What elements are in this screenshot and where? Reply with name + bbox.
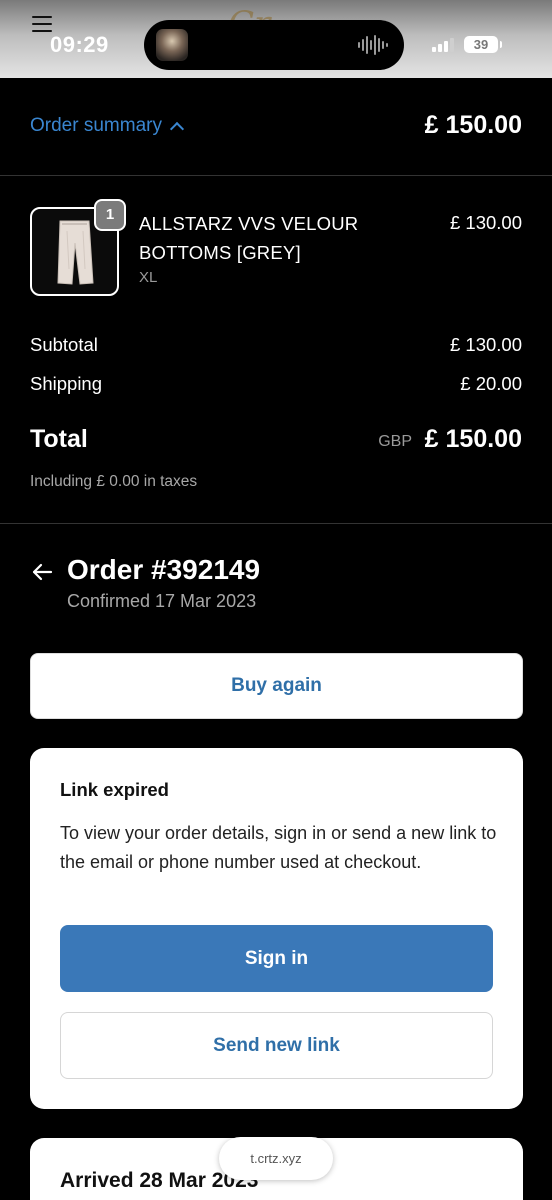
shipping-value: £ 20.00 [460, 373, 522, 394]
now-playing-artwork [156, 29, 188, 61]
order-summary-toggle[interactable]: Order summary [30, 115, 185, 137]
send-new-link-button[interactable]: Send new link [60, 1012, 493, 1079]
sign-in-button[interactable]: Sign in [60, 925, 493, 992]
dynamic-island[interactable] [144, 20, 404, 70]
summary-total: £ 150.00 [424, 111, 522, 139]
order-summary-label: Order summary [30, 115, 162, 136]
order-summary-bar[interactable]: Order summary £ 150.00 [0, 78, 552, 176]
order-title: Order #392149 [67, 554, 261, 585]
product-price: £ 130.00 [449, 212, 522, 233]
battery-icon: 39 [464, 36, 502, 53]
total-label: Total [30, 425, 88, 453]
card-title: Link expired [60, 779, 169, 800]
chevron-up-icon [169, 121, 185, 136]
order-confirmed-date: Confirmed 17 Mar 2023 [67, 591, 257, 611]
status-time: 09:29 [50, 32, 109, 57]
buy-again-button[interactable]: Buy again [30, 653, 523, 719]
shipping-label: Shipping [30, 373, 103, 394]
menu-icon[interactable] [32, 16, 52, 34]
subtotal-label: Subtotal [30, 334, 98, 355]
total-value: £ 150.00 [424, 425, 522, 453]
status-bar: Cr 09:29 39 [0, 0, 552, 78]
card-description: To view your order details, sign in or s… [60, 823, 497, 872]
quantity-badge: 1 [94, 199, 126, 231]
total-currency: GBP [378, 433, 412, 450]
subtotal-value: £ 130.00 [449, 334, 522, 355]
cellular-signal-icon [432, 38, 454, 52]
audio-waveform-icon [358, 35, 388, 55]
taxes-note: Including £ 0.00 in taxes [30, 473, 198, 490]
back-arrow-icon[interactable] [30, 560, 54, 584]
section-divider [0, 523, 552, 524]
product-variant: XL [139, 269, 158, 286]
checkout-page: Cr 09:29 39 Order summary £ 150.00 1 ALL… [0, 0, 552, 1200]
link-expired-card: Link expired To view your order details,… [30, 748, 523, 1109]
browser-url-pill[interactable]: t.crtz.xyz [219, 1137, 333, 1180]
product-title: ALLSTARZ VVS VELOUR BOTTOMS [GREY] [139, 213, 359, 263]
